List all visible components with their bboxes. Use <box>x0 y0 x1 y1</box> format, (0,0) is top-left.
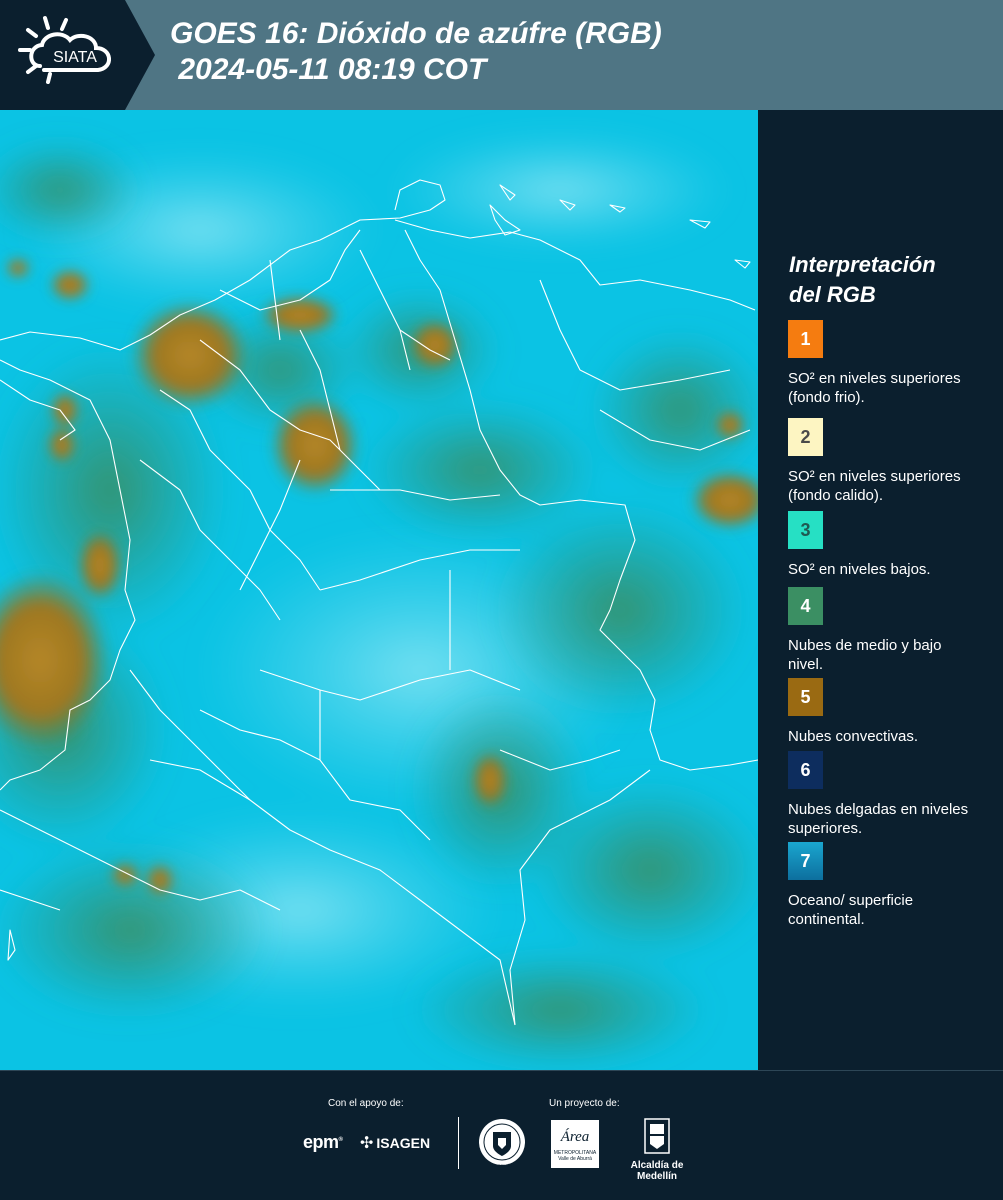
title-line-1: GOES 16: Dióxido de azúfre (RGB) <box>170 17 662 50</box>
rgb-composite-image <box>0 110 758 1070</box>
siata-logo: SIATA <box>0 0 155 110</box>
isagen-logo-text: ISAGEN <box>376 1135 431 1151</box>
area-logo-sub2: Valle de Aburrá <box>558 1156 592 1162</box>
legend-swatch: 4 <box>788 587 823 625</box>
legend-item: 4 Nubes de medio y bajo nivel. <box>788 587 993 674</box>
legend-item: 7 Oceano/ superficie continental. <box>788 842 993 929</box>
header-bar: SIATA GOES 16: Dióxido de azúfre (RGB) 2… <box>0 0 1003 110</box>
alcaldia-logo: Alcaldía de Medellín <box>612 1118 702 1182</box>
legend-panel: Interpretación del RGB 1 SO² en niveles … <box>760 110 1003 1070</box>
legend-title-line-1: Interpretación <box>789 252 936 277</box>
support-label: Con el apoyo de: <box>328 1098 404 1109</box>
legend-number: 5 <box>800 686 811 707</box>
legend-label: SO² en niveles bajos. <box>788 561 931 578</box>
legend-swatch: 5 <box>788 678 823 716</box>
legend-label: Nubes convectivas. <box>788 728 919 745</box>
legend-title: Interpretación del RGB <box>789 250 989 310</box>
legend-label: SO² en niveles superiores (fondo frio). <box>788 370 961 406</box>
legend-number: 4 <box>800 595 811 616</box>
epm-logo-text: epm <box>303 1132 339 1152</box>
legend-number: 1 <box>800 328 811 349</box>
legend-item: 2 SO² en niveles superiores (fondo calid… <box>788 418 993 524</box>
alcaldia-text: Alcaldía de Medellín <box>630 1160 684 1182</box>
legend-label: Oceano/ superficie continental. <box>788 892 914 928</box>
area-logo-name: Área <box>560 1129 590 1145</box>
siata-logo-text: SIATA <box>53 49 97 66</box>
footer: Con el apoyo de: Un proyecto de: epm® ✣ … <box>0 1070 1003 1200</box>
legend-label: Nubes de medio y bajo nivel. <box>788 637 942 673</box>
footer-divider <box>458 1117 459 1169</box>
legend-swatch: 1 <box>788 320 823 358</box>
legend-item: 5 Nubes convectivas. <box>788 678 993 746</box>
alcaldia-crest-icon <box>644 1118 670 1154</box>
legend-title-line-2: del RGB <box>789 282 876 307</box>
legend-swatch: 6 <box>788 751 823 789</box>
legend-item: 1 SO² en niveles superiores (fondo frio)… <box>788 320 993 407</box>
legend-number: 3 <box>800 519 811 540</box>
legend-item: 3 SO² en niveles bajos. <box>788 511 993 579</box>
legend-number: 6 <box>800 759 811 780</box>
isagen-icon: ✣ <box>360 1135 374 1152</box>
epm-logo: epm® <box>303 1132 343 1152</box>
project-label: Un proyecto de: <box>549 1098 620 1109</box>
legend-swatch: 3 <box>788 511 823 549</box>
area-metropolitana-logo: Área METROPOLITANA Valle de Aburrá <box>551 1120 599 1168</box>
legend-number: 7 <box>800 850 811 871</box>
title-line-2: 2024-05-11 08:19 COT <box>170 53 487 86</box>
satellite-map[interactable] <box>0 110 758 1070</box>
legend-number: 2 <box>800 426 811 447</box>
medellin-seal: MEDELLÍN <box>478 1118 526 1168</box>
legend-swatch: 7 <box>788 842 823 880</box>
legend-swatch: 2 <box>788 418 823 456</box>
legend-label: Nubes delgadas en niveles superiores. <box>788 801 969 837</box>
isagen-logo: ✣ ISAGEN <box>360 1133 430 1153</box>
page-title: GOES 16: Dióxido de azúfre (RGB) 2024-05… <box>170 16 662 88</box>
legend-item: 6 Nubes delgadas en niveles superiores. <box>788 751 993 838</box>
